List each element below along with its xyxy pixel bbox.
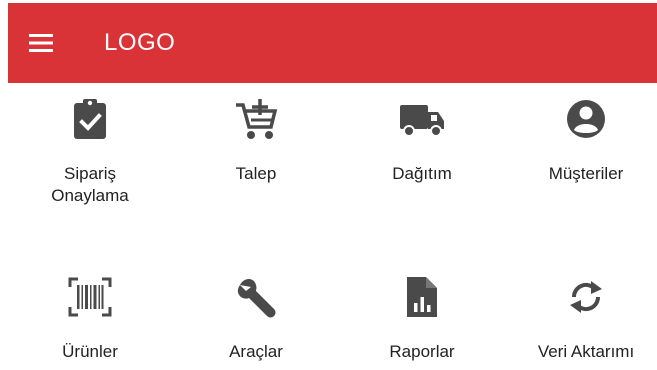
cart-plus-icon (232, 95, 280, 143)
tile-label: Müşteriler (548, 164, 624, 183)
tile-label: Araçlar (229, 342, 283, 361)
tile-raporlar[interactable]: Raporlar (342, 273, 502, 363)
tile-label: Raporlar (389, 342, 455, 361)
clipboard-check-icon (66, 95, 114, 143)
tile-label: Dağıtım (392, 164, 452, 183)
tile-musteriler[interactable]: Müşteriler (506, 95, 657, 185)
truck-icon (398, 95, 446, 143)
report-file-icon (398, 273, 446, 321)
tile-label: Ürünler (62, 342, 118, 361)
tile-araclar[interactable]: Araçlar (176, 273, 336, 363)
tile-label: Sipariş Onaylama (51, 164, 129, 205)
tile-siparis-onaylama[interactable]: Sipariş Onaylama (10, 95, 170, 207)
account-circle-icon (562, 95, 610, 143)
sync-icon (562, 273, 610, 321)
app-bar: LOGO (8, 3, 657, 83)
menu-grid: Sipariş Onaylama Talep Dağıtım Müşterile… (8, 83, 657, 370)
wrench-icon (232, 273, 280, 321)
tile-urunler[interactable]: Ürünler (10, 273, 170, 363)
menu-button[interactable] (25, 27, 57, 59)
tile-label: Talep (235, 164, 277, 183)
tile-veri-aktarimi[interactable]: Veri Aktarımı (506, 273, 657, 363)
logo-text: LOGO (104, 29, 176, 56)
barcode-scan-icon (66, 273, 114, 321)
tile-talep[interactable]: Talep (176, 95, 336, 185)
tile-dagitim[interactable]: Dağıtım (342, 95, 502, 185)
tile-label: Veri Aktarımı (537, 342, 635, 361)
menu-icon (29, 34, 53, 52)
